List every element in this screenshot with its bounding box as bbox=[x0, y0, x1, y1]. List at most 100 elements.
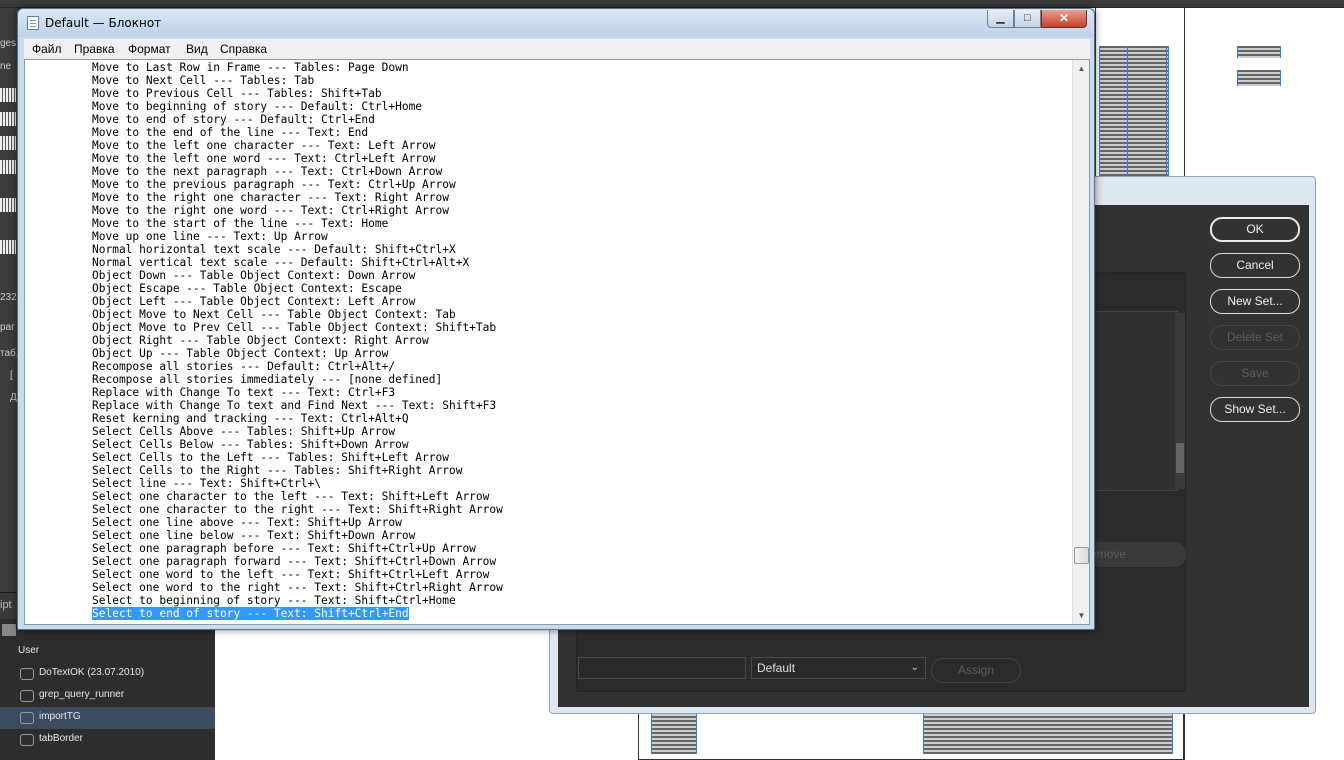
context-select[interactable]: Default ⌄ bbox=[751, 657, 926, 679]
ok-button[interactable]: OK bbox=[1210, 217, 1300, 242]
text-line[interactable]: Select one word to the right --- Text: S… bbox=[92, 581, 503, 594]
text-line-content: Move to end of story --- Default: Ctrl+E… bbox=[92, 113, 375, 126]
show-set-button[interactable]: Show Set... bbox=[1210, 397, 1300, 422]
text-line-content: Object Up --- Table Object Context: Up A… bbox=[92, 347, 389, 360]
menu-edit[interactable]: Правка bbox=[74, 42, 115, 56]
text-line[interactable]: Move to Next Cell --- Tables: Tab bbox=[92, 74, 503, 87]
minimize-button[interactable]: ▁ bbox=[987, 10, 1014, 28]
text-line[interactable]: Object Escape --- Table Object Context: … bbox=[92, 282, 503, 295]
text-line[interactable]: Normal horizontal text scale --- Default… bbox=[92, 243, 503, 256]
new-shortcut-field[interactable] bbox=[578, 657, 746, 679]
text-line[interactable]: Select Cells Below --- Tables: Shift+Dow… bbox=[92, 438, 503, 451]
text-line[interactable]: Object Move to Prev Cell --- Table Objec… bbox=[92, 321, 503, 334]
cancel-button[interactable]: Cancel bbox=[1210, 253, 1300, 278]
script-item-selected[interactable]: importTG bbox=[0, 707, 215, 729]
page-thumbnail[interactable] bbox=[0, 88, 16, 102]
pages-panel: ges ne 232 раг таб. [ Д bbox=[0, 8, 18, 600]
text-line[interactable]: Move to Last Row in Frame --- Tables: Pa… bbox=[92, 61, 503, 74]
scrollbar-thumb[interactable] bbox=[1176, 443, 1184, 473]
text-line[interactable]: Move to the right one word --- Text: Ctr… bbox=[92, 204, 503, 217]
text-line[interactable]: Select Cells to the Left --- Tables: Shi… bbox=[92, 451, 503, 464]
menu-file[interactable]: Файл bbox=[32, 42, 62, 56]
script-icon bbox=[20, 668, 34, 680]
text-line-selected[interactable]: Select to end of story --- Text: Shift+C… bbox=[92, 607, 503, 620]
script-item[interactable]: grep_query_runner bbox=[0, 685, 215, 707]
editor-text[interactable]: Move to Last Row in Frame --- Tables: Pa… bbox=[92, 61, 503, 620]
text-line[interactable]: Object Right --- Table Object Context: R… bbox=[92, 334, 503, 347]
scripts-folder-user[interactable]: User bbox=[0, 641, 215, 663]
page-thumbnail[interactable] bbox=[0, 240, 16, 254]
page-thumbnail[interactable] bbox=[0, 160, 16, 174]
text-line[interactable]: Object Left --- Table Object Context: Le… bbox=[92, 295, 503, 308]
title-bar[interactable]: Default — Блокнот ▁ □ ✕ bbox=[18, 9, 1094, 37]
text-line[interactable]: Move to beginning of story --- Default: … bbox=[92, 100, 503, 113]
text-line[interactable]: Select line --- Text: Shift+Ctrl+\ bbox=[92, 477, 503, 490]
text-editor[interactable]: Move to Last Row in Frame --- Tables: Pa… bbox=[24, 59, 1090, 625]
text-line[interactable]: Move to the right one character --- Text… bbox=[92, 191, 503, 204]
text-line[interactable]: Select one line below --- Text: Shift+Do… bbox=[92, 529, 503, 542]
script-label: importTG bbox=[39, 711, 81, 722]
page-thumbnail[interactable] bbox=[0, 112, 16, 126]
text-line[interactable]: Move up one line --- Text: Up Arrow bbox=[92, 230, 503, 243]
text-line[interactable]: Select Cells Above --- Tables: Shift+Up … bbox=[92, 425, 503, 438]
text-line[interactable]: Select one word to the left --- Text: Sh… bbox=[92, 568, 503, 581]
page-thumbnail[interactable] bbox=[0, 198, 16, 212]
text-line[interactable]: Replace with Change To text and Find Nex… bbox=[92, 399, 503, 412]
new-set-button[interactable]: New Set... bbox=[1210, 289, 1300, 314]
text-line[interactable]: Move to the previous paragraph --- Text:… bbox=[92, 178, 503, 191]
text-line[interactable]: Select one character to the right --- Te… bbox=[92, 503, 503, 516]
text-line[interactable]: Recompose all stories --- Default: Ctrl+… bbox=[92, 360, 503, 373]
text-line-content: Select one paragraph before --- Text: Sh… bbox=[92, 542, 476, 555]
text-line[interactable]: Select one line above --- Text: Shift+Up… bbox=[92, 516, 503, 529]
menu-format[interactable]: Формат bbox=[128, 42, 171, 56]
text-line[interactable]: Move to the next paragraph --- Text: Ctr… bbox=[92, 165, 503, 178]
text-line[interactable]: Move to the start of the line --- Text: … bbox=[92, 217, 503, 230]
text-line[interactable]: Select one paragraph before --- Text: Sh… bbox=[92, 542, 503, 555]
script-label: grep_query_runner bbox=[39, 689, 125, 700]
text-line[interactable]: Select one paragraph forward --- Text: S… bbox=[92, 555, 503, 568]
page-thumbnail[interactable] bbox=[0, 136, 16, 150]
text-line[interactable]: Move to the left one word --- Text: Ctrl… bbox=[92, 152, 503, 165]
text-line[interactable]: Recompose all stories immediately --- [n… bbox=[92, 373, 503, 386]
text-line[interactable]: Move to Previous Cell --- Tables: Shift+… bbox=[92, 87, 503, 100]
window-title: Default — Блокнот bbox=[45, 16, 162, 30]
text-line-content: Move to the left one word --- Text: Ctrl… bbox=[92, 152, 436, 165]
text-line[interactable]: Reset kerning and tracking --- Text: Ctr… bbox=[92, 412, 503, 425]
text-line[interactable]: Object Move to Next Cell --- Table Objec… bbox=[92, 308, 503, 321]
panel-tab-label: ges bbox=[0, 38, 17, 49]
text-line-content: Select one word to the left --- Text: Sh… bbox=[92, 568, 490, 581]
scroll-up-arrow-icon[interactable]: ▲ bbox=[1073, 60, 1089, 77]
commands-list-scrollbar[interactable] bbox=[1175, 313, 1185, 489]
assign-button: Assign bbox=[931, 658, 1021, 683]
vertical-scrollbar[interactable]: ▲ ▼ bbox=[1072, 60, 1089, 624]
scroll-down-arrow-icon[interactable]: ▼ bbox=[1073, 607, 1089, 624]
text-line[interactable]: Select one character to the left --- Tex… bbox=[92, 490, 503, 503]
notepad-icon bbox=[27, 16, 39, 30]
text-line[interactable]: Object Up --- Table Object Context: Up A… bbox=[92, 347, 503, 360]
text-line[interactable]: Normal vertical text scale --- Default: … bbox=[92, 256, 503, 269]
close-button[interactable]: ✕ bbox=[1041, 10, 1087, 28]
text-line[interactable]: Move to the left one character --- Text:… bbox=[92, 139, 503, 152]
text-line-content: Select Cells to the Right --- Tables: Sh… bbox=[92, 464, 463, 477]
text-line[interactable]: Object Down --- Table Object Context: Do… bbox=[92, 269, 503, 282]
text-line-content: Object Down --- Table Object Context: Do… bbox=[92, 269, 416, 282]
maximize-button[interactable]: □ bbox=[1014, 10, 1041, 28]
script-item[interactable]: tabBorder bbox=[0, 729, 215, 751]
menu-help[interactable]: Справка bbox=[220, 42, 267, 56]
text-line-content: Select one character to the right --- Te… bbox=[92, 503, 503, 516]
text-line-content: Object Right --- Table Object Context: R… bbox=[92, 334, 429, 347]
text-columns bbox=[1237, 46, 1281, 58]
text-line-content: Move to the end of the line --- Text: En… bbox=[92, 126, 369, 139]
text-line[interactable]: Move to end of story --- Default: Ctrl+E… bbox=[92, 113, 503, 126]
text-line[interactable]: Select to beginning of story --- Text: S… bbox=[92, 594, 503, 607]
delete-set-button: Delete Set bbox=[1210, 325, 1300, 350]
panel-tab-label: раг bbox=[0, 322, 15, 333]
context-select-value: Default bbox=[757, 661, 796, 675]
scripts-panel-title: ipt bbox=[0, 599, 12, 611]
text-line[interactable]: Select Cells to the Right --- Tables: Sh… bbox=[92, 464, 503, 477]
text-line[interactable]: Replace with Change To text --- Text: Ct… bbox=[92, 386, 503, 399]
text-line[interactable]: Move to the end of the line --- Text: En… bbox=[92, 126, 503, 139]
script-item[interactable]: DoTextOK (23.07.2010) bbox=[0, 663, 215, 685]
scrollbar-thumb[interactable] bbox=[1074, 547, 1089, 564]
menu-view[interactable]: Вид bbox=[186, 42, 208, 56]
